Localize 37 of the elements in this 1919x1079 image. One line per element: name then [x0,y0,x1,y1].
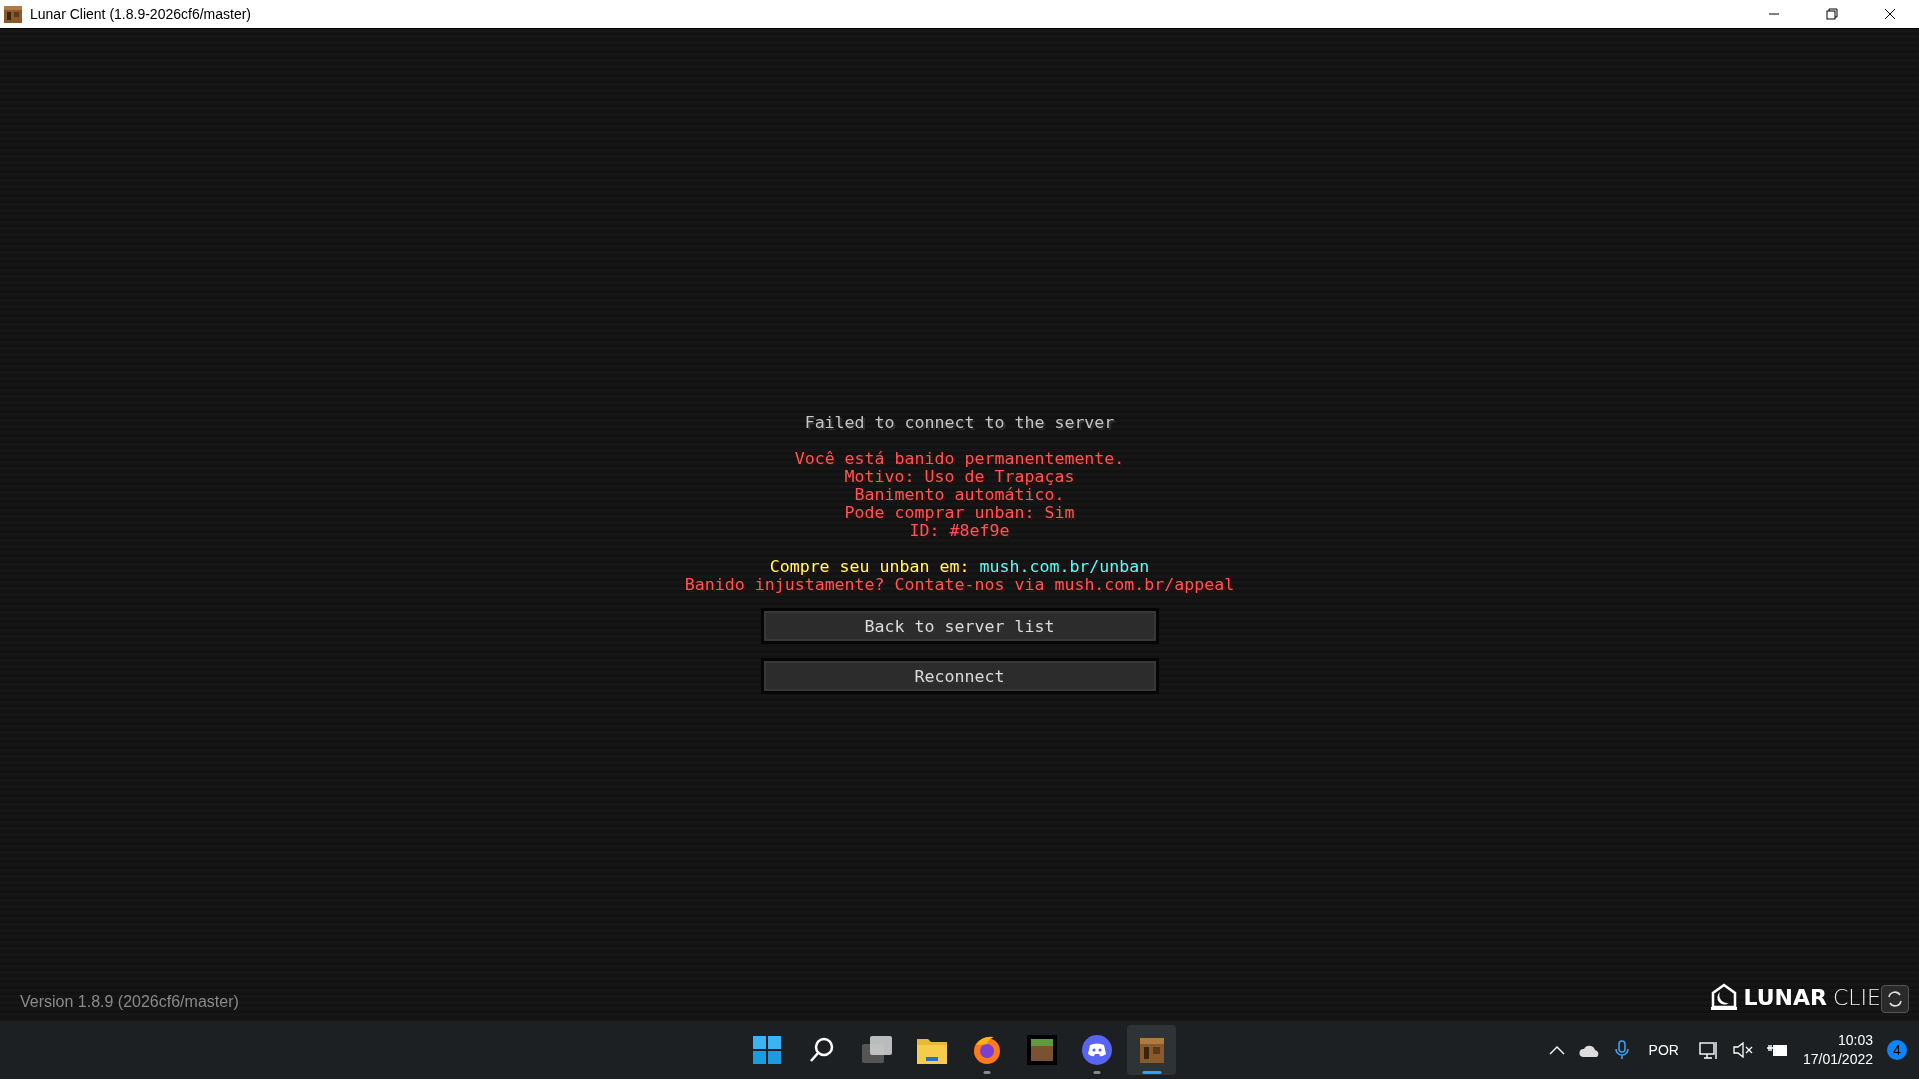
message-line: Compre seu unban em: mush.com.br/unban [769,558,1150,576]
clock-time[interactable]: 10:03 [1837,1031,1873,1050]
version-label: Version 1.8.9 (2026cf6/master) [20,993,239,1011]
muted-speaker-icon[interactable] [1732,1042,1753,1058]
moon-house-logo-icon [1709,983,1738,1011]
message-line: Você está banido permanentemente. [794,450,1125,468]
task-view-icon [861,1036,892,1064]
close-icon [1884,8,1896,20]
notification-badge[interactable]: 4 [1887,1040,1907,1060]
grass-block-icon [1026,1035,1057,1065]
back-button[interactable]: Back to server list [760,608,1159,644]
battery-plug-icon[interactable] [1766,1042,1789,1058]
chevron-up-icon[interactable] [1548,1045,1565,1055]
message-line: ID: #8ef9e [909,522,1010,540]
window-title: Lunar Client (1.8.9-2026cf6/master) [30,6,252,22]
message-line: Banido injustamente? Contate-nos via mush.com.br/appeal [684,576,1235,594]
clock-date[interactable]: 17/01/2022 [1802,1050,1873,1069]
refresh-button[interactable] [1881,985,1909,1013]
folder-icon [916,1036,947,1064]
language-indicator[interactable]: POR [1648,1042,1679,1058]
reconnect-button[interactable]: Reconnect [760,658,1159,694]
windows-logo-icon [752,1036,781,1064]
app-crate-icon[interactable] [2,3,24,25]
message-line: Motivo: Uso de Trapaças [844,468,1075,486]
search-icon [807,1036,836,1064]
message-line: Pode comprar unban: Sim [844,504,1075,522]
logo-wordmark-light: CLIE [1833,984,1881,1010]
cloud-icon[interactable] [1578,1043,1601,1057]
microphone-icon[interactable] [1614,1040,1629,1060]
restore-icon [1826,8,1838,20]
logo-wordmark: LUNAR [1743,984,1827,1010]
message-line: Banimento automático. [854,486,1065,504]
error-heading: Failed to connect to the server [804,414,1115,432]
refresh-icon [1885,989,1905,1009]
network-icon[interactable] [1698,1040,1719,1060]
gamepad-face-icon [1081,1035,1112,1065]
fox-globe-icon [971,1035,1002,1065]
